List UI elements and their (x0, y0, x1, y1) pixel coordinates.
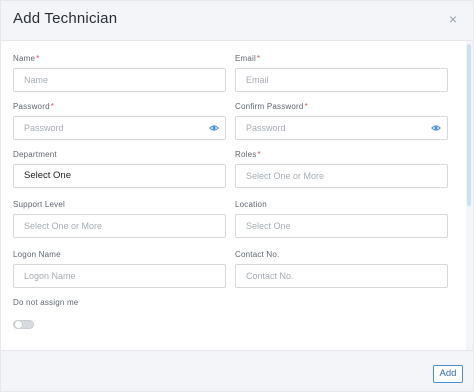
email-field-group: Email* Email (235, 53, 448, 92)
modal-body: Name* Name Email* Email Password* Passwo… (1, 40, 467, 352)
required-marker: * (36, 54, 40, 63)
logon-name-field-group: Logon Name Logon Name (13, 249, 226, 288)
password-input[interactable]: Password (13, 116, 226, 140)
name-field-group: Name* Name (13, 53, 226, 92)
close-icon[interactable]: × (449, 11, 457, 27)
support-level-label: Support Level (13, 200, 65, 209)
do-not-assign-label: Do not assign me (13, 298, 79, 307)
name-label: Name (13, 54, 36, 63)
required-marker: * (50, 102, 55, 111)
modal-title: Add Technician (13, 10, 118, 27)
required-marker: * (304, 102, 308, 111)
password-placeholder: Password (24, 123, 64, 133)
location-label: Location (235, 200, 267, 209)
modal-scrollbar[interactable] (466, 41, 473, 351)
modal-header: Add Technician × (1, 1, 473, 41)
confirm-password-label: Confirm Password (235, 102, 304, 111)
do-not-assign-field-group: Do not assign me (13, 297, 226, 309)
do-not-assign-toggle[interactable] (13, 320, 34, 329)
email-label: Email (235, 54, 257, 63)
email-input[interactable]: Email (235, 68, 448, 92)
add-technician-modal: Add Technician × Name* Name Email* Email… (0, 0, 474, 392)
location-field-group: Location Select One (235, 199, 448, 238)
roles-label: Roles (235, 150, 257, 159)
department-label: Department (13, 150, 57, 159)
password-label: Password (13, 102, 50, 111)
logon-name-label: Logon Name (13, 250, 61, 259)
contact-no-field-group: Contact No. Contact No. (235, 249, 448, 288)
name-input[interactable]: Name (13, 68, 226, 92)
location-select[interactable]: Select One (235, 214, 448, 238)
eye-icon[interactable] (431, 123, 441, 133)
scrollbar-thumb[interactable] (467, 44, 471, 206)
support-level-select[interactable]: Select One or More (13, 214, 226, 238)
toggle-knob (14, 320, 23, 329)
confirm-password-input[interactable]: Password (235, 116, 448, 140)
required-marker: * (257, 54, 261, 63)
roles-field-group: Roles* Select One or More (235, 149, 448, 188)
add-button[interactable]: Add (433, 365, 463, 383)
confirm-password-field-group: Confirm Password* Password (235, 101, 448, 140)
modal-footer: Add (1, 350, 473, 391)
logon-name-input[interactable]: Logon Name (13, 264, 226, 288)
eye-icon[interactable] (209, 123, 219, 133)
support-level-field-group: Support Level Select One or More (13, 199, 226, 238)
password-field-group: Password* Password (13, 101, 226, 140)
confirm-password-placeholder: Password (246, 123, 286, 133)
contact-no-input[interactable]: Contact No. (235, 264, 448, 288)
contact-no-label: Contact No. (235, 250, 280, 259)
department-field-group: Department Select One (13, 149, 226, 188)
department-select[interactable]: Select One (13, 164, 226, 188)
required-marker: * (257, 150, 261, 159)
roles-select[interactable]: Select One or More (235, 164, 448, 188)
